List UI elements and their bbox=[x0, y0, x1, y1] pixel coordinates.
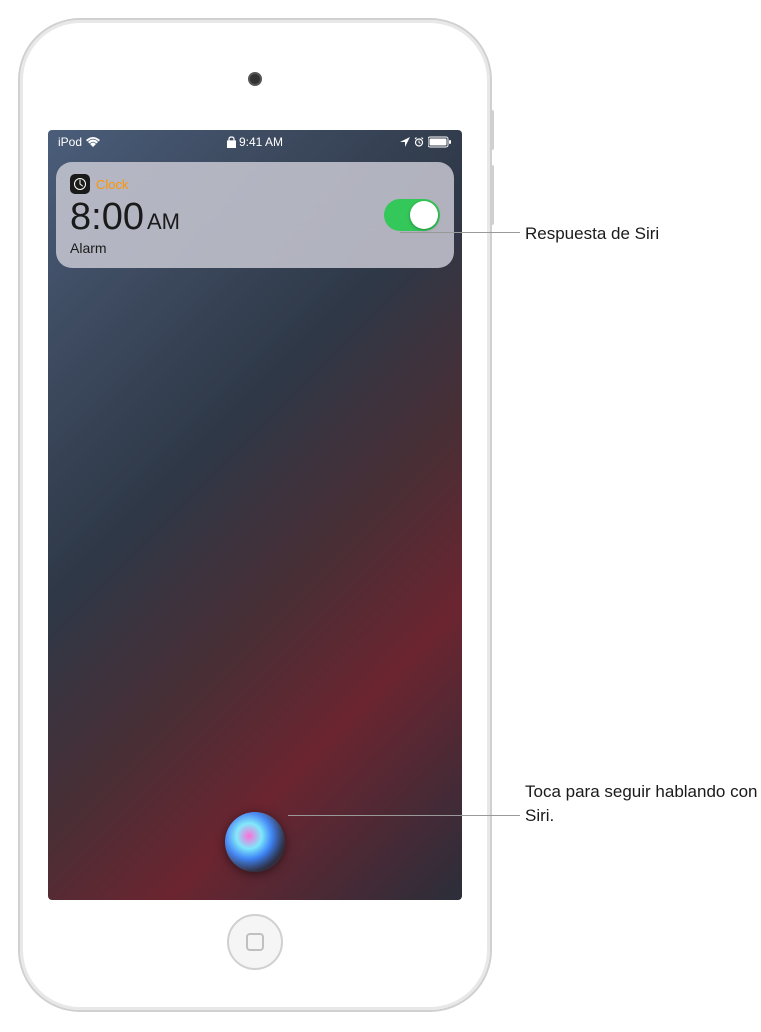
status-left: iPod bbox=[58, 135, 100, 149]
callout-line bbox=[288, 815, 520, 816]
toggle-knob bbox=[410, 201, 438, 229]
home-button-indicator bbox=[246, 933, 264, 951]
lock-icon bbox=[227, 136, 236, 148]
alarm-notification-card[interactable]: Clock 8:00 AM Alarm bbox=[56, 162, 454, 268]
notification-header: Clock bbox=[70, 174, 180, 194]
device-bezel: iPod 9:41 AM bbox=[30, 30, 480, 1000]
screen: iPod 9:41 AM bbox=[48, 130, 462, 900]
notification-content: Clock 8:00 AM Alarm bbox=[70, 174, 180, 256]
sleep-wake-button[interactable] bbox=[490, 110, 494, 150]
alarm-time: 8:00 AM bbox=[70, 198, 180, 236]
callout-siri-response: Respuesta de Siri bbox=[525, 222, 659, 246]
wifi-icon bbox=[86, 137, 100, 147]
siri-orb-button[interactable] bbox=[225, 812, 285, 872]
alarm-status-icon bbox=[414, 137, 424, 147]
status-bar: iPod 9:41 AM bbox=[48, 130, 462, 154]
notification-app-name: Clock bbox=[96, 177, 129, 192]
callout-line bbox=[400, 232, 520, 233]
alarm-toggle[interactable] bbox=[384, 199, 440, 231]
status-time: 9:41 AM bbox=[239, 135, 283, 149]
device-frame: iPod 9:41 AM bbox=[20, 20, 490, 1010]
clock-app-icon bbox=[70, 174, 90, 194]
status-center: 9:41 AM bbox=[227, 135, 283, 149]
alarm-time-ampm: AM bbox=[147, 211, 180, 233]
location-icon bbox=[400, 137, 410, 147]
device-label: iPod bbox=[58, 135, 82, 149]
front-camera bbox=[248, 72, 262, 86]
battery-icon bbox=[428, 136, 452, 148]
alarm-time-value: 8:00 bbox=[70, 198, 144, 236]
home-button[interactable] bbox=[227, 914, 283, 970]
alarm-label: Alarm bbox=[70, 240, 180, 256]
volume-button[interactable] bbox=[490, 165, 494, 225]
status-right bbox=[400, 136, 452, 148]
callout-tap-continue: Toca para seguir hablando con Siri. bbox=[525, 780, 761, 828]
